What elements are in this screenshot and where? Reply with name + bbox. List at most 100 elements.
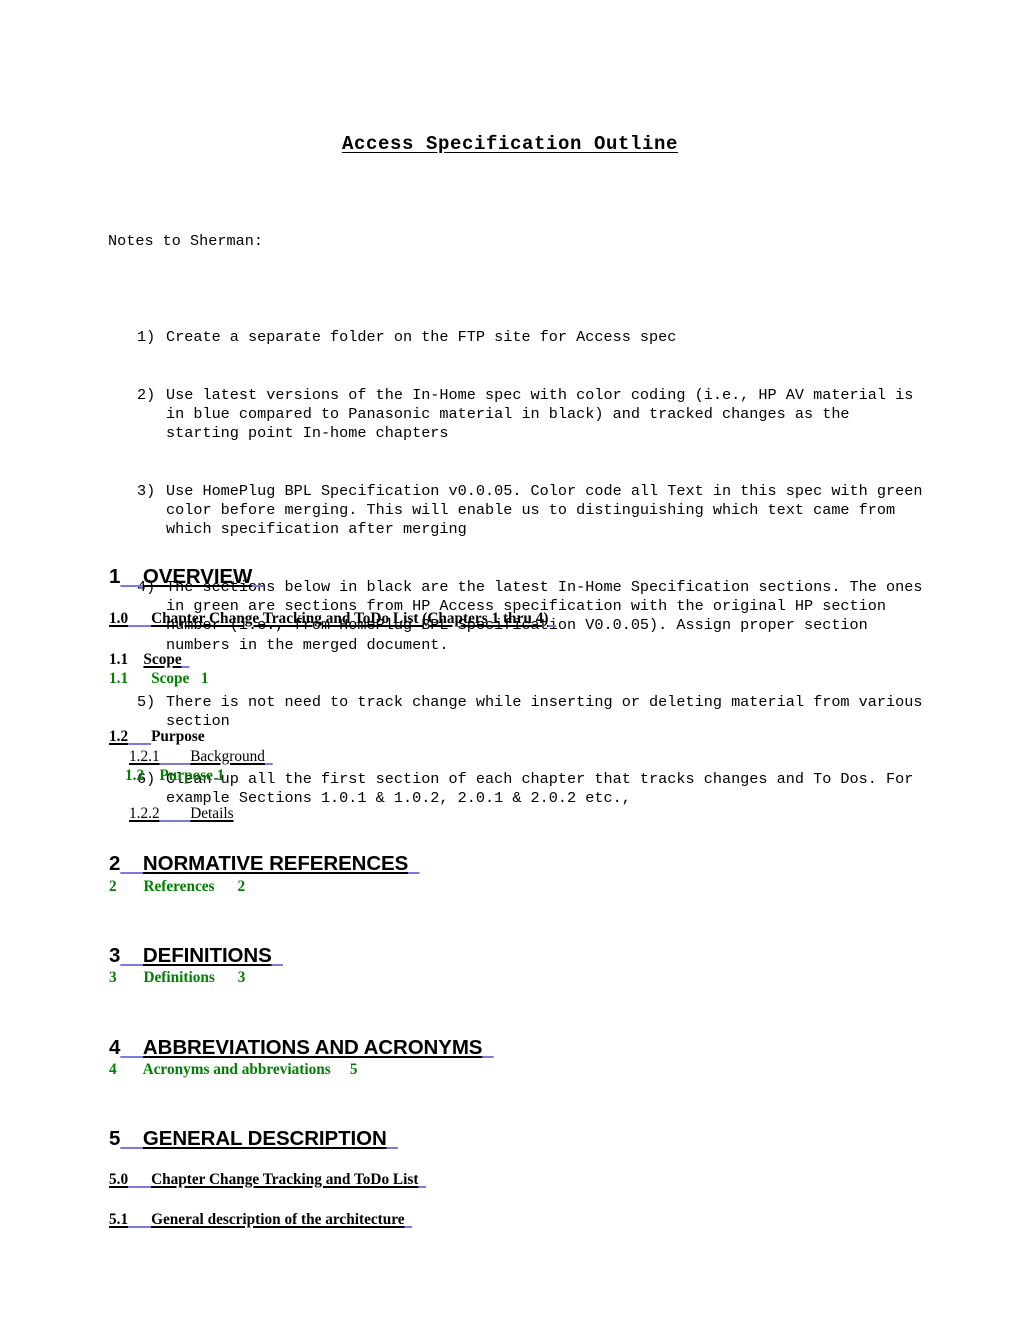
toc-entry-title: Scope [151,670,190,687]
tab-leader: ___ [128,728,151,745]
heading-5-0-number: 5.0 [109,1171,129,1188]
tab-leader-stub: _ [408,852,419,875]
heading-1-2-1-title: Background [190,748,265,765]
toc-entry-green-4: 4 Acronyms and abbreviations 5 [109,1061,358,1079]
heading-1-1: 1.1 Scope_ [109,651,189,669]
toc-entry-page: 3 [237,969,246,986]
heading-1-1-title: Scope [143,651,182,668]
toc-entry-number: 3 [109,969,117,986]
heading-chapter-2-title: NORMATIVE REFERENCES [142,852,409,875]
tab-leader-stub: _ [182,651,190,668]
toc-entry-title: Purpose [159,767,213,784]
list-item-text: There is not need to track change while … [166,693,932,731]
heading-chapter-3: 3__DEFINITIONS_ [109,944,283,968]
toc-entry-page: 1 [216,767,225,784]
tab-leader: ____ [160,805,191,822]
toc-entry-green-1-1: 1.1 Scope 1 [109,670,208,688]
heading-chapter-5-title: GENERAL DESCRIPTION [142,1127,387,1150]
heading-chapter-1: 1__OVERVIEW_ [109,565,264,589]
list-item: 5) There is not need to track change whil… [108,693,928,731]
heading-5-0: 5.0___Chapter Change Tracking and ToDo L… [109,1171,426,1189]
heading-1-2: 1.2___Purpose [109,728,205,746]
toc-gap [189,670,200,687]
list-item-marker: 5) [137,693,156,712]
heading-5-1-title: General description of the architecture [151,1211,405,1228]
list-item-text: Create a separate folder on the FTP site… [166,328,677,347]
tab-leader: ___ [128,610,151,627]
tab-leader-stub: _ [252,565,263,588]
heading-5-0-title: Chapter Change Tracking and ToDo List [151,1171,419,1188]
heading-1-1-number: 1.1 [109,651,129,668]
tab-leader: __ [120,1127,143,1150]
heading-1-2-number: 1.2 [109,728,129,745]
heading-5-1: 5.1___General description of the archite… [109,1211,412,1229]
heading-1-2-2-number: 1.2.2 [129,805,160,822]
notes-intro: Notes to Sherman: [108,232,263,251]
list-item: 6) Clean-up all the first section of each… [108,770,928,808]
list-item: 3) Use HomePlug BPL Specification v0.0.05… [108,482,928,540]
toc-entry-number: 2 [109,878,117,895]
heading-5-1-number: 5.1 [109,1211,129,1228]
heading-chapter-3-number: 3 [109,944,121,967]
tab-leader-stub: _ [548,610,556,627]
heading-1-2-title: Purpose [151,728,205,745]
toc-entry-page: 5 [349,1061,358,1078]
heading-chapter-4: 4__ABBREVIATIONS AND ACRONYMS_ [109,1036,494,1060]
heading-chapter-5-number: 5 [109,1127,121,1150]
heading-chapter-2: 2__NORMATIVE REFERENCES_ [109,852,420,876]
heading-chapter-1-number: 1 [109,565,121,588]
toc-entry-title: Acronyms and abbreviations [142,1061,331,1078]
list-item-marker: 2) [137,386,156,405]
toc-gap [117,969,144,986]
list-item-text: Use HomePlug BPL Specification v0.0.05. … [166,482,932,539]
heading-1-2-2: 1.2.2____Details [129,805,234,823]
toc-entry-green-2: 2 References 2 [109,878,245,896]
tab-leader: __ [120,1036,143,1059]
list-item-text: Clean-up all the first section of each c… [166,770,923,808]
tab-leader: __ [120,944,143,967]
toc-entry-green-3: 3 Definitions 3 [109,969,245,987]
toc-entry-number: 4 [109,1061,117,1078]
heading-chapter-5: 5__GENERAL DESCRIPTION_ [109,1127,398,1151]
toc-gap [117,878,144,895]
tab-gap [128,651,143,668]
toc-entry-page: 2 [237,878,246,895]
list-item-text: Use latest versions of the In-Home spec … [166,386,923,443]
heading-1-2-1-number: 1.2.1 [129,748,160,765]
heading-1-2-2-title: Details [190,805,234,822]
tab-leader-stub: _ [482,1036,493,1059]
toc-gap [117,1061,143,1078]
tab-leader-stub: _ [405,1211,413,1228]
toc-gap [128,670,151,687]
tab-leader: ___ [128,1211,151,1228]
list-item: 2) Use latest versions of the In-Home spe… [108,386,928,444]
tab-leader: __ [120,565,143,588]
heading-1-0: 1.0___Chapter Change Tracking and ToDo L… [109,610,556,628]
tab-leader-stub: _ [272,944,283,967]
document-page: Access Specification Outline Notes to Sh… [0,0,1020,1320]
tab-leader-stub: _ [387,1127,398,1150]
toc-entry-page: 1 [200,670,209,687]
list-item-marker: 3) [137,482,156,501]
heading-chapter-2-number: 2 [109,852,121,875]
heading-chapter-1-title: OVERVIEW [142,565,253,588]
heading-1-0-title: Chapter Change Tracking and ToDo List (C… [151,610,549,627]
heading-chapter-3-title: DEFINITIONS [142,944,272,967]
tab-leader-stub: _ [418,1171,426,1188]
toc-entry-number: 1.1 [109,670,129,687]
toc-entry-title: Definitions [143,969,215,986]
heading-1-2-1: 1.2.1____Background_ [129,748,273,766]
heading-1-0-number: 1.0 [109,610,129,627]
toc-gap [144,767,159,784]
toc-gap [215,878,238,895]
notes-block: Notes to Sherman: 1) Create a separate fo… [108,194,928,885]
toc-entry-green-1-2: 1.2 Purpose 1 [125,767,224,785]
heading-chapter-4-title: ABBREVIATIONS AND ACRONYMS [142,1036,483,1059]
tab-leader: ____ [160,748,191,765]
toc-entry-number: 1.2 [125,767,145,784]
list-item-marker: 1) [137,328,156,347]
toc-gap [331,1061,350,1078]
tab-leader-stub: _ [265,748,273,765]
heading-chapter-4-number: 4 [109,1036,121,1059]
page-title: Access Specification Outline [341,133,679,155]
